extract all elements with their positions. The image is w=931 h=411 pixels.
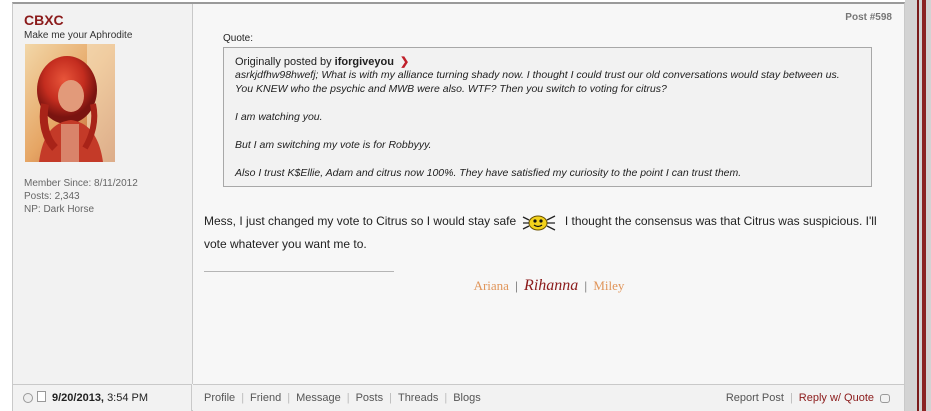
friend-link[interactable]: Friend	[250, 392, 281, 404]
quote-paragraph: Also I trust K$Ellie, Adam and citrus no…	[235, 167, 742, 179]
quote-paragraph: asrkjdfhw98hwefj; What is with my allian…	[235, 69, 840, 95]
post-count: Posts: 2,343	[24, 191, 80, 202]
quote-author: iforgiveyou	[334, 56, 394, 68]
link-separator: |	[346, 392, 350, 404]
post-number-link[interactable]: Post #598	[845, 12, 892, 23]
signature-divider	[204, 271, 394, 272]
action-separator: |	[789, 392, 793, 404]
post-footer-info: 9/20/2013, 3:54 PM	[13, 384, 192, 411]
signature-separator: |	[515, 278, 518, 293]
quote-paragraph: I am watching you.	[235, 111, 323, 123]
link-separator: |	[287, 392, 291, 404]
quote-block: Originally posted by iforgiveyou ❯ asrkj…	[223, 47, 872, 187]
avatar[interactable]	[25, 44, 115, 162]
post-document-icon	[37, 391, 46, 402]
profile-link[interactable]: Profile	[204, 392, 235, 404]
message-link[interactable]: Message	[296, 392, 341, 404]
smiley-icon	[521, 212, 557, 232]
message-text: Mess, I just changed my vote to Citrus s…	[204, 214, 517, 228]
threads-link[interactable]: Threads	[398, 392, 438, 404]
multi-quote-icon[interactable]	[880, 393, 890, 403]
link-separator: |	[241, 392, 245, 404]
user-title: Make me your Aphrodite	[24, 30, 133, 41]
quote-attribution: Originally posted by iforgiveyou ❯	[235, 55, 860, 68]
report-post-link[interactable]: Report Post	[726, 392, 784, 404]
signature-item: Ariana	[473, 278, 509, 293]
forum-post-page: CBXC Make me your Aphrodite Member Since…	[0, 0, 931, 411]
right-edge	[905, 0, 931, 411]
blogs-link[interactable]: Blogs	[453, 392, 481, 404]
post-date: 9/20/2013, 3:54 PM	[52, 392, 148, 404]
quote-label: Quote:	[223, 33, 254, 44]
signature-item: Miley	[593, 278, 625, 293]
avatar-image	[25, 44, 115, 162]
link-separator: |	[444, 392, 448, 404]
now-playing: NP: Dark Horse	[24, 204, 95, 215]
posts-link[interactable]: Posts	[356, 392, 384, 404]
post-date-value: 9/20/2013,	[52, 392, 104, 404]
member-since: Member Since: 8/11/2012	[24, 178, 138, 189]
left-gutter	[0, 0, 12, 411]
quote-originally-text: Originally posted by	[235, 56, 332, 68]
username-link[interactable]: CBXC	[24, 12, 64, 28]
view-post-arrow-icon[interactable]: ❯	[400, 55, 409, 68]
post-content: Post #598 Quote: Originally posted by if…	[193, 4, 904, 384]
signature-separator: |	[584, 278, 588, 293]
signature-item: Rihanna	[524, 277, 579, 294]
right-rail	[917, 0, 919, 411]
post-time: 3:54 PM	[107, 392, 149, 404]
post-actions: Report Post | Reply w/ Quote	[726, 392, 890, 404]
offline-status-icon	[23, 393, 33, 403]
post-container: CBXC Make me your Aphrodite Member Since…	[12, 2, 905, 411]
reply-with-quote-button[interactable]: Reply w/ Quote	[799, 392, 874, 404]
post-footer-links: Profile | Friend | Message | Posts | Threads | Blo…	[193, 384, 904, 411]
link-separator: |	[389, 392, 392, 404]
user-links: Profile | Friend | Message | Posts | Threads | Blo…	[204, 392, 481, 404]
quote-paragraph: But I am switching my vote is for Robbyy…	[235, 139, 432, 151]
right-rail-accent	[922, 0, 926, 411]
signature: Ariana | Rihanna | Miley	[204, 277, 894, 295]
post-message: Mess, I just changed my vote to Citrus s…	[204, 210, 894, 256]
user-info-panel: CBXC Make me your Aphrodite Member Since…	[13, 4, 193, 384]
